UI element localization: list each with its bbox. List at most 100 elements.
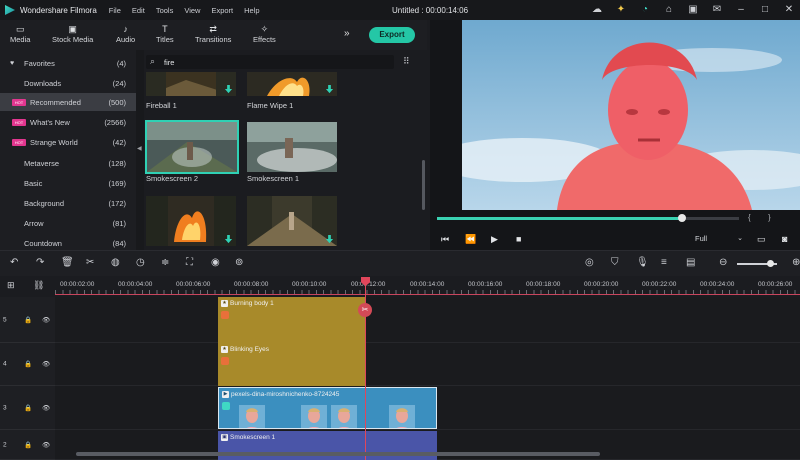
sun-icon[interactable]: ☁ bbox=[590, 3, 604, 17]
play-icon[interactable]: ▶ bbox=[491, 234, 498, 245]
sidebar-item-downloads[interactable]: Downloads (24) bbox=[0, 74, 136, 92]
speed-icon[interactable]: ◷ bbox=[136, 257, 145, 268]
add-track-icon[interactable]: ⊞ bbox=[7, 280, 15, 291]
ruler-label: 00:00:20:00 bbox=[584, 281, 619, 288]
redo-icon[interactable]: ↷ bbox=[36, 257, 44, 268]
mail-icon[interactable]: ✉ bbox=[710, 3, 724, 17]
effect-thumb-fire-explosion[interactable] bbox=[146, 196, 236, 246]
sidebar-item-basic[interactable]: Basic (169) bbox=[0, 174, 136, 192]
menu-view[interactable]: View bbox=[184, 6, 200, 15]
preview-video bbox=[462, 20, 800, 210]
sidebar-item-background[interactable]: Background (172) bbox=[0, 194, 136, 212]
effect-thumb-smokescreen-2[interactable] bbox=[145, 120, 239, 174]
mark-out-icon[interactable]: } bbox=[768, 213, 771, 222]
sidebar-item-favorites[interactable]: ♥ Favorites (4) bbox=[0, 54, 136, 72]
tab-stock-media-label: Stock Media bbox=[52, 35, 94, 44]
ai-icon[interactable]: ◉ bbox=[211, 257, 220, 268]
track-lane-4[interactable] bbox=[55, 343, 800, 386]
sidebar-item-label: Metaverse bbox=[24, 158, 60, 168]
sidebar-item-strange-world[interactable]: HOT Strange World (42) bbox=[0, 133, 136, 151]
lock-icon[interactable]: 🔒 bbox=[24, 360, 32, 368]
tab-stock-media[interactable]: ▣ Stock Media bbox=[52, 24, 93, 44]
zoom-out-icon[interactable]: ⊖ bbox=[719, 257, 727, 268]
preview-frame-image bbox=[462, 20, 800, 210]
tab-audio[interactable]: ♪ Audio bbox=[116, 24, 135, 44]
more-tabs-chevron-icon[interactable]: » bbox=[344, 28, 350, 39]
track-lane-5[interactable] bbox=[55, 297, 800, 343]
sidebar-collapse-handle[interactable]: ◀ bbox=[136, 50, 144, 250]
effect-thumb-forest-road[interactable] bbox=[247, 196, 337, 246]
sidebar-item-whats-new[interactable]: HOT What's New (2566) bbox=[0, 113, 136, 131]
tab-media[interactable]: ▭ Media bbox=[10, 24, 30, 44]
stop-icon[interactable]: ■ bbox=[516, 234, 521, 244]
lock-icon[interactable]: 🔒 bbox=[24, 441, 32, 449]
preview-progress-knob[interactable] bbox=[678, 214, 686, 222]
quality-dropdown[interactable]: Full ⌄ bbox=[695, 234, 745, 246]
undo-icon[interactable]: ↶ bbox=[10, 257, 18, 268]
step-back-icon[interactable]: ⏪ bbox=[465, 234, 476, 245]
eye-icon[interactable]: 👁 bbox=[42, 441, 50, 449]
menu-export[interactable]: Export bbox=[211, 6, 233, 15]
adjust-icon[interactable]: ≑ bbox=[161, 257, 169, 268]
clip-pexels-video[interactable]: ▶ pexels-dina-miroshnichenko-8724245 bbox=[218, 387, 437, 429]
search-box[interactable]: ⌕ bbox=[146, 55, 394, 69]
sidebar-item-label: Favorites bbox=[24, 58, 55, 68]
clip-burning-body[interactable]: ★ Burning body 1 bbox=[218, 297, 366, 343]
save-icon[interactable]: ▣ bbox=[686, 3, 700, 17]
caption-icon[interactable]: ▤ bbox=[686, 257, 695, 268]
microphone-icon[interactable]: 🎙 bbox=[636, 257, 649, 268]
sidebar-item-metaverse[interactable]: Metaverse (128) bbox=[0, 154, 136, 172]
sidebar-item-arrow[interactable]: Arrow (81) bbox=[0, 214, 136, 232]
preview-progress-track[interactable] bbox=[682, 217, 739, 220]
effect-thumb-fireball-1[interactable] bbox=[146, 72, 236, 96]
bell-icon[interactable]: ⌂ bbox=[662, 3, 676, 17]
video-frame-thumb bbox=[389, 405, 415, 428]
menu-help[interactable]: Help bbox=[244, 6, 259, 15]
menu-file[interactable]: File bbox=[109, 6, 121, 15]
clip-blinking-eyes[interactable]: ★ Blinking Eyes bbox=[218, 343, 366, 386]
effects-scrollbar[interactable] bbox=[422, 160, 425, 210]
menu-tools[interactable]: Tools bbox=[156, 6, 174, 15]
eye-icon[interactable]: 👁 bbox=[42, 404, 50, 412]
sidebar-item-count: (81) bbox=[112, 218, 126, 228]
zoom-slider-knob[interactable] bbox=[767, 260, 774, 267]
render-icon[interactable]: ◎ bbox=[585, 257, 594, 268]
color-icon[interactable]: ◍ bbox=[111, 257, 120, 268]
eye-icon[interactable]: 👁 bbox=[42, 316, 50, 324]
maximize-icon[interactable]: □ bbox=[758, 3, 772, 17]
split-scissors-icon[interactable]: ✂ bbox=[358, 303, 372, 317]
effect-thumb-flame-wipe-1[interactable] bbox=[247, 72, 337, 96]
mark-in-icon[interactable]: { bbox=[748, 213, 751, 222]
link-icon[interactable]: ⛓ bbox=[33, 280, 44, 291]
close-icon[interactable]: ✕ bbox=[782, 3, 796, 17]
lock-icon[interactable]: 🔒 bbox=[24, 404, 32, 412]
tab-effects[interactable]: ✧ Effects bbox=[253, 24, 276, 44]
sidebar-item-label: Arrow bbox=[24, 218, 44, 228]
preview-progress-fill[interactable] bbox=[437, 217, 682, 220]
delete-icon[interactable]: 🗑 bbox=[61, 257, 74, 268]
eye-icon[interactable]: 👁 bbox=[42, 360, 50, 368]
voiceover-icon[interactable]: ≡ bbox=[661, 257, 667, 268]
search-input[interactable] bbox=[164, 56, 384, 68]
tab-transitions[interactable]: ⇄ Transitions bbox=[195, 24, 231, 44]
speed-2x-icon[interactable]: ⊚ bbox=[235, 257, 243, 268]
cut-icon[interactable]: ✂ bbox=[86, 257, 94, 268]
grid-view-icon[interactable]: ⠿ bbox=[403, 56, 410, 67]
export-button[interactable]: Export bbox=[369, 27, 415, 43]
tab-titles[interactable]: T Titles bbox=[156, 24, 174, 44]
marker-icon[interactable]: ⛉ bbox=[611, 257, 619, 268]
snapshot-camera-icon[interactable]: ◙ bbox=[782, 234, 787, 244]
skip-back-icon[interactable]: ⏮ bbox=[441, 234, 449, 245]
zoom-in-icon[interactable]: ⊕ bbox=[792, 257, 800, 268]
lock-icon[interactable]: 🔒 bbox=[24, 316, 32, 324]
lightbulb-icon[interactable]: ✦ bbox=[614, 3, 628, 17]
timeline-scrollbar[interactable] bbox=[76, 452, 600, 456]
display-icon[interactable]: ▭ bbox=[757, 234, 766, 245]
effect-thumb-smokescreen-1[interactable] bbox=[247, 122, 337, 172]
headset-icon[interactable]: ◔ bbox=[638, 3, 652, 17]
sidebar-item-count: (169) bbox=[108, 178, 126, 188]
minimize-icon[interactable]: – bbox=[734, 3, 748, 17]
sidebar-item-recommended[interactable]: HOT Recommended (500) bbox=[0, 93, 136, 111]
menu-edit[interactable]: Edit bbox=[132, 6, 145, 15]
crop-icon[interactable]: ⛶ bbox=[186, 257, 193, 268]
